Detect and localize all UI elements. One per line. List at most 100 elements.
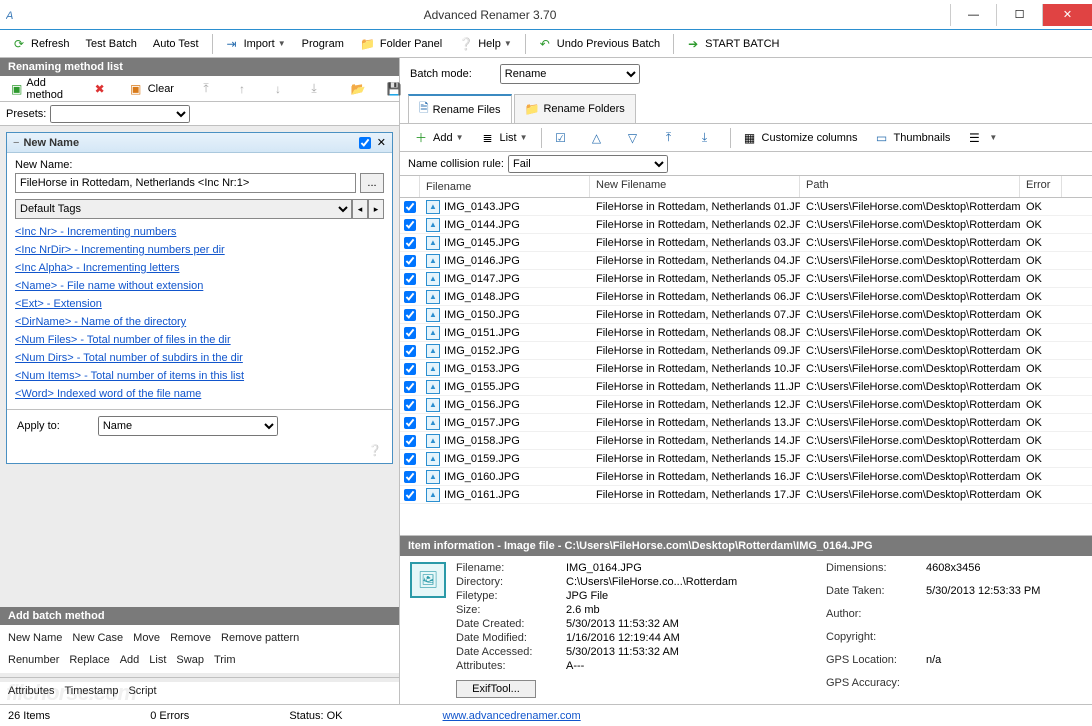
table-row[interactable]: ▲IMG_0144.JPGFileHorse in Rottedam, Neth… — [400, 216, 1092, 234]
table-row[interactable]: ▲IMG_0153.JPGFileHorse in Rottedam, Neth… — [400, 360, 1092, 378]
move-down-button[interactable]: ↓ — [263, 78, 297, 100]
row-checkbox[interactable] — [404, 309, 416, 321]
tag-link[interactable]: <Inc Nr> - Incrementing numbers — [15, 223, 384, 241]
method-close-button[interactable]: ✕ — [377, 136, 386, 149]
table-row[interactable]: ▲IMG_0151.JPGFileHorse in Rottedam, Neth… — [400, 324, 1092, 342]
batch-mode-select[interactable]: Rename — [500, 64, 640, 84]
list-button[interactable]: ≣List▼ — [473, 127, 535, 149]
program-button[interactable]: Program — [295, 35, 351, 53]
apply-to-select[interactable]: Name — [98, 416, 278, 436]
import-button[interactable]: ⇥Import▼ — [217, 33, 293, 55]
collision-select[interactable]: Fail — [508, 155, 668, 173]
clear-button[interactable]: ▣Clear — [121, 78, 181, 100]
tag-link[interactable]: <Num Items> - Total number of items in t… — [15, 367, 384, 385]
tab-rename-files[interactable]: 🗎Rename Files — [408, 94, 512, 123]
window-close-button[interactable]: ✕ — [1042, 4, 1092, 26]
check-all-button[interactable]: ☑ — [546, 127, 580, 149]
browse-button[interactable]: ... — [360, 173, 384, 193]
sort-desc-button[interactable]: ▽ — [618, 127, 652, 149]
row-checkbox[interactable] — [404, 363, 416, 375]
presets-select[interactable] — [50, 105, 190, 123]
tag-group-select[interactable]: Default Tags — [15, 199, 352, 219]
batch-method-item[interactable]: Remove — [170, 632, 211, 644]
table-row[interactable]: ▲IMG_0150.JPGFileHorse in Rottedam, Neth… — [400, 306, 1092, 324]
help-button[interactable]: ❔Help▼ — [451, 33, 519, 55]
tag-next-button[interactable]: ▸ — [368, 199, 384, 219]
row-checkbox[interactable] — [404, 345, 416, 357]
table-row[interactable]: ▲IMG_0152.JPGFileHorse in Rottedam, Neth… — [400, 342, 1092, 360]
table-row[interactable]: ▲IMG_0147.JPGFileHorse in Rottedam, Neth… — [400, 270, 1092, 288]
open-button[interactable]: 📂 — [343, 78, 377, 100]
refresh-button[interactable]: ⟳Refresh — [4, 33, 77, 55]
row-checkbox[interactable] — [404, 435, 416, 447]
table-row[interactable]: ▲IMG_0143.JPGFileHorse in Rottedam, Neth… — [400, 198, 1092, 216]
batch-method-item[interactable]: Remove pattern — [221, 632, 299, 644]
table-row[interactable]: ▲IMG_0158.JPGFileHorse in Rottedam, Neth… — [400, 432, 1092, 450]
col-error[interactable]: Error — [1020, 176, 1062, 197]
row-checkbox[interactable] — [404, 453, 416, 465]
batch-method-item[interactable]: Swap — [176, 654, 204, 666]
table-row[interactable]: ▲IMG_0161.JPGFileHorse in Rottedam, Neth… — [400, 486, 1092, 504]
tag-link[interactable]: <Num Dirs> - Total number of subdirs in … — [15, 349, 384, 367]
row-checkbox[interactable] — [404, 327, 416, 339]
col-new-filename[interactable]: New Filename — [590, 176, 800, 197]
folder-panel-button[interactable]: 📁Folder Panel — [353, 33, 449, 55]
batch-method-item[interactable]: New Case — [72, 632, 123, 644]
tag-link[interactable]: <Inc Alpha> - Incrementing letters — [15, 259, 384, 277]
test-batch-button[interactable]: Test Batch — [79, 35, 144, 53]
customize-columns-button[interactable]: ▦Customize columns — [735, 127, 865, 149]
thumbnails-button[interactable]: ▭Thumbnails — [867, 127, 958, 149]
batch-method-item[interactable]: New Name — [8, 632, 62, 644]
method-enabled-checkbox[interactable] — [359, 137, 371, 149]
tag-link[interactable]: <Ext> - Extension — [15, 295, 384, 313]
move-top-button[interactable]: ⤒ — [654, 127, 688, 149]
table-row[interactable]: ▲IMG_0146.JPGFileHorse in Rottedam, Neth… — [400, 252, 1092, 270]
move-top-button[interactable]: ⤒ — [191, 78, 225, 100]
table-row[interactable]: ▲IMG_0160.JPGFileHorse in Rottedam, Neth… — [400, 468, 1092, 486]
row-checkbox[interactable] — [404, 417, 416, 429]
table-row[interactable]: ▲IMG_0157.JPGFileHorse in Rottedam, Neth… — [400, 414, 1092, 432]
table-row[interactable]: ▲IMG_0148.JPGFileHorse in Rottedam, Neth… — [400, 288, 1092, 306]
batch-method-item[interactable]: Renumber — [8, 654, 59, 666]
add-method-button[interactable]: ▣Add method — [4, 74, 75, 104]
row-checkbox[interactable] — [404, 273, 416, 285]
row-checkbox[interactable] — [404, 255, 416, 267]
batch-method-item[interactable]: Replace — [69, 654, 109, 666]
move-bottom-button[interactable]: ⤓ — [299, 78, 333, 100]
table-row[interactable]: ▲IMG_0145.JPGFileHorse in Rottedam, Neth… — [400, 234, 1092, 252]
window-minimize-button[interactable]: — — [950, 4, 996, 26]
row-checkbox[interactable] — [404, 489, 416, 501]
move-up-button[interactable]: ↑ — [227, 78, 261, 100]
col-path[interactable]: Path — [800, 176, 1020, 197]
row-checkbox[interactable] — [404, 201, 416, 213]
tag-link[interactable]: <Num Files> - Total number of files in t… — [15, 331, 384, 349]
view-mode-button[interactable]: ☰▼ — [959, 127, 1004, 149]
tab-rename-folders[interactable]: 📁Rename Folders — [514, 94, 636, 123]
tag-link[interactable]: <Name> - File name without extension — [15, 277, 384, 295]
batch-method-item[interactable]: Move — [133, 632, 160, 644]
delete-method-button[interactable]: ✖ — [85, 78, 119, 100]
row-checkbox[interactable] — [404, 381, 416, 393]
tag-link[interactable]: <Word> Indexed word of the file name — [15, 385, 384, 403]
table-row[interactable]: ▲IMG_0159.JPGFileHorse in Rottedam, Neth… — [400, 450, 1092, 468]
batch-method-item[interactable]: Trim — [214, 654, 236, 666]
table-row[interactable]: ▲IMG_0156.JPGFileHorse in Rottedam, Neth… — [400, 396, 1092, 414]
add-files-button[interactable]: ＋Add▼ — [406, 127, 471, 149]
table-row[interactable]: ▲IMG_0155.JPGFileHorse in Rottedam, Neth… — [400, 378, 1092, 396]
row-checkbox[interactable] — [404, 219, 416, 231]
row-checkbox[interactable] — [404, 471, 416, 483]
tag-link[interactable]: <Inc NrDir> - Incrementing numbers per d… — [15, 241, 384, 259]
undo-button[interactable]: ↶Undo Previous Batch — [530, 33, 667, 55]
batch-method-item[interactable]: List — [149, 654, 166, 666]
collapse-icon[interactable]: − — [13, 137, 19, 149]
move-bottom-button[interactable]: ⤓ — [690, 127, 724, 149]
tag-prev-button[interactable]: ◂ — [352, 199, 368, 219]
help-icon[interactable]: ❔ — [368, 445, 382, 457]
sort-asc-button[interactable]: △ — [582, 127, 616, 149]
window-maximize-button[interactable]: ☐ — [996, 4, 1042, 26]
exiftool-button[interactable]: ExifTool... — [456, 680, 536, 698]
auto-test-button[interactable]: Auto Test — [146, 35, 206, 53]
row-checkbox[interactable] — [404, 237, 416, 249]
status-url[interactable]: www.advancedrenamer.com — [443, 710, 581, 722]
batch-method-item[interactable]: Add — [120, 654, 140, 666]
